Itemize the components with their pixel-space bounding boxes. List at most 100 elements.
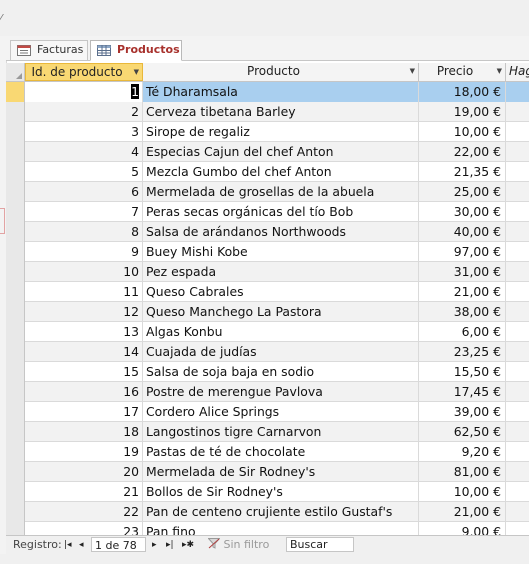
product-price-cell[interactable]: 40,00 € bbox=[419, 222, 506, 242]
product-name-cell[interactable]: Queso Manchego La Pastora bbox=[143, 302, 419, 322]
product-id-cell[interactable]: 18 bbox=[25, 422, 143, 442]
chevron-down-icon[interactable]: ▼ bbox=[497, 63, 502, 80]
table-row[interactable]: 11 Queso Cabrales 21,00 € bbox=[6, 282, 529, 302]
row-selector[interactable] bbox=[6, 242, 25, 262]
table-row[interactable]: 10 Pez espada 31,00 € bbox=[6, 262, 529, 282]
extra-cell[interactable] bbox=[506, 142, 529, 162]
table-row[interactable]: 6 Mermelada de grosellas de la abuela 25,0… bbox=[6, 182, 529, 202]
row-selector[interactable] bbox=[6, 282, 25, 302]
row-selector[interactable] bbox=[6, 362, 25, 382]
product-price-cell[interactable]: 38,00 € bbox=[419, 302, 506, 322]
table-row[interactable]: 9 Buey Mishi Kobe 97,00 € bbox=[6, 242, 529, 262]
product-price-cell[interactable]: 97,00 € bbox=[419, 242, 506, 262]
extra-cell[interactable] bbox=[506, 262, 529, 282]
column-header-name[interactable]: Producto ▼ bbox=[143, 63, 419, 81]
row-selector[interactable] bbox=[6, 442, 25, 462]
table-row[interactable]: 5 Mezcla Gumbo del chef Anton 21,35 € bbox=[6, 162, 529, 182]
extra-cell[interactable] bbox=[506, 502, 529, 522]
product-price-cell[interactable]: 23,25 € bbox=[419, 342, 506, 362]
row-selector[interactable] bbox=[6, 122, 25, 142]
table-row[interactable]: 7 Peras secas orgánicas del tío Bob 30,00 … bbox=[6, 202, 529, 222]
row-selector[interactable] bbox=[6, 502, 25, 522]
product-id-cell[interactable]: 19 bbox=[25, 442, 143, 462]
table-row[interactable]: 2 Cerveza tibetana Barley 19,00 € bbox=[6, 102, 529, 122]
tab-productos[interactable]: Productos bbox=[90, 40, 182, 61]
row-selector[interactable] bbox=[6, 382, 25, 402]
row-selector[interactable] bbox=[6, 402, 25, 422]
row-selector[interactable] bbox=[6, 142, 25, 162]
extra-cell[interactable] bbox=[506, 342, 529, 362]
extra-cell[interactable] bbox=[506, 322, 529, 342]
product-id-cell[interactable]: 5 bbox=[25, 162, 143, 182]
product-price-cell[interactable]: 10,00 € bbox=[419, 482, 506, 502]
extra-cell[interactable] bbox=[506, 422, 529, 442]
table-row[interactable]: 18 Langostinos tigre Carnarvon 62,50 € bbox=[6, 422, 529, 442]
product-price-cell[interactable]: 22,00 € bbox=[419, 142, 506, 162]
product-name-cell[interactable]: Especias Cajun del chef Anton bbox=[143, 142, 419, 162]
table-row[interactable]: 15 Salsa de soja baja en sodio 15,50 € bbox=[6, 362, 529, 382]
chevron-down-icon[interactable]: ▼ bbox=[134, 64, 139, 81]
row-selector[interactable] bbox=[6, 302, 25, 322]
extra-cell[interactable] bbox=[506, 302, 529, 322]
product-name-cell[interactable]: Cerveza tibetana Barley bbox=[143, 102, 419, 122]
first-record-icon[interactable]: |◂ bbox=[64, 536, 72, 554]
product-id-cell[interactable]: 22 bbox=[25, 502, 143, 522]
product-id-cell[interactable]: 11 bbox=[25, 282, 143, 302]
product-name-cell[interactable]: Mermelada de Sir Rodney's bbox=[143, 462, 419, 482]
product-id-cell[interactable]: 7 bbox=[25, 202, 143, 222]
product-name-cell[interactable]: Salsa de arándanos Northwoods bbox=[143, 222, 419, 242]
product-name-cell[interactable]: Buey Mishi Kobe bbox=[143, 242, 419, 262]
product-price-cell[interactable]: 18,00 € bbox=[419, 82, 506, 102]
product-name-cell[interactable]: Mezcla Gumbo del chef Anton bbox=[143, 162, 419, 182]
product-id-cell[interactable]: 14 bbox=[25, 342, 143, 362]
table-row[interactable]: 4 Especias Cajun del chef Anton 22,00 € bbox=[6, 142, 529, 162]
product-id-cell[interactable]: 10 bbox=[25, 262, 143, 282]
row-selector[interactable] bbox=[6, 222, 25, 242]
previous-record-icon[interactable]: ◂ bbox=[79, 536, 84, 554]
product-id-cell[interactable]: 2 bbox=[25, 102, 143, 122]
product-name-cell[interactable]: Pez espada bbox=[143, 262, 419, 282]
product-id-cell[interactable]: 12 bbox=[25, 302, 143, 322]
table-row[interactable]: 8 Salsa de arándanos Northwoods 40,00 € bbox=[6, 222, 529, 242]
extra-cell[interactable] bbox=[506, 82, 529, 102]
product-price-cell[interactable]: 21,00 € bbox=[419, 502, 506, 522]
product-id-cell[interactable]: 3 bbox=[25, 122, 143, 142]
row-selector[interactable] bbox=[6, 462, 25, 482]
table-row[interactable]: 14 Cuajada de judías 23,25 € bbox=[6, 342, 529, 362]
table-row[interactable]: 16 Postre de merengue Pavlova 17,45 € bbox=[6, 382, 529, 402]
product-price-cell[interactable]: 81,00 € bbox=[419, 462, 506, 482]
table-row[interactable]: 12 Queso Manchego La Pastora 38,00 € bbox=[6, 302, 529, 322]
product-price-cell[interactable]: 17,45 € bbox=[419, 382, 506, 402]
product-id-cell[interactable]: 15 bbox=[25, 362, 143, 382]
next-record-icon[interactable]: ▸ bbox=[152, 536, 157, 554]
table-row[interactable]: 13 Algas Konbu 6,00 € bbox=[6, 322, 529, 342]
extra-cell[interactable] bbox=[506, 462, 529, 482]
column-header-extra[interactable]: Hag bbox=[506, 63, 529, 81]
extra-cell[interactable] bbox=[506, 162, 529, 182]
product-price-cell[interactable]: 25,00 € bbox=[419, 182, 506, 202]
column-header-price[interactable]: Precio ▼ bbox=[419, 63, 506, 81]
product-id-cell[interactable]: 8 bbox=[25, 222, 143, 242]
last-record-icon[interactable]: ▸| bbox=[166, 536, 174, 554]
product-price-cell[interactable]: 21,35 € bbox=[419, 162, 506, 182]
product-name-cell[interactable]: Cuajada de judías bbox=[143, 342, 419, 362]
row-selector[interactable] bbox=[6, 162, 25, 182]
extra-cell[interactable] bbox=[506, 442, 529, 462]
row-selector[interactable] bbox=[6, 342, 25, 362]
table-row[interactable]: 3 Sirope de regaliz 10,00 € bbox=[6, 122, 529, 142]
product-name-cell[interactable]: Mermelada de grosellas de la abuela bbox=[143, 182, 419, 202]
extra-cell[interactable] bbox=[506, 102, 529, 122]
table-row[interactable]: 1 Té Dharamsala 18,00 € bbox=[6, 82, 529, 102]
tab-facturas[interactable]: Facturas bbox=[10, 40, 88, 60]
product-id-cell[interactable]: 20 bbox=[25, 462, 143, 482]
table-row[interactable]: 22 Pan de centeno crujiente estilo Gustaf… bbox=[6, 502, 529, 522]
search-input[interactable]: Buscar bbox=[286, 537, 354, 552]
table-row[interactable]: 20 Mermelada de Sir Rodney's 81,00 € bbox=[6, 462, 529, 482]
product-name-cell[interactable]: Queso Cabrales bbox=[143, 282, 419, 302]
row-selector[interactable] bbox=[6, 202, 25, 222]
row-selector[interactable] bbox=[6, 262, 25, 282]
product-name-cell[interactable]: Pastas de té de chocolate bbox=[143, 442, 419, 462]
product-id-cell[interactable]: 9 bbox=[25, 242, 143, 262]
product-name-cell[interactable]: Cordero Alice Springs bbox=[143, 402, 419, 422]
extra-cell[interactable] bbox=[506, 242, 529, 262]
